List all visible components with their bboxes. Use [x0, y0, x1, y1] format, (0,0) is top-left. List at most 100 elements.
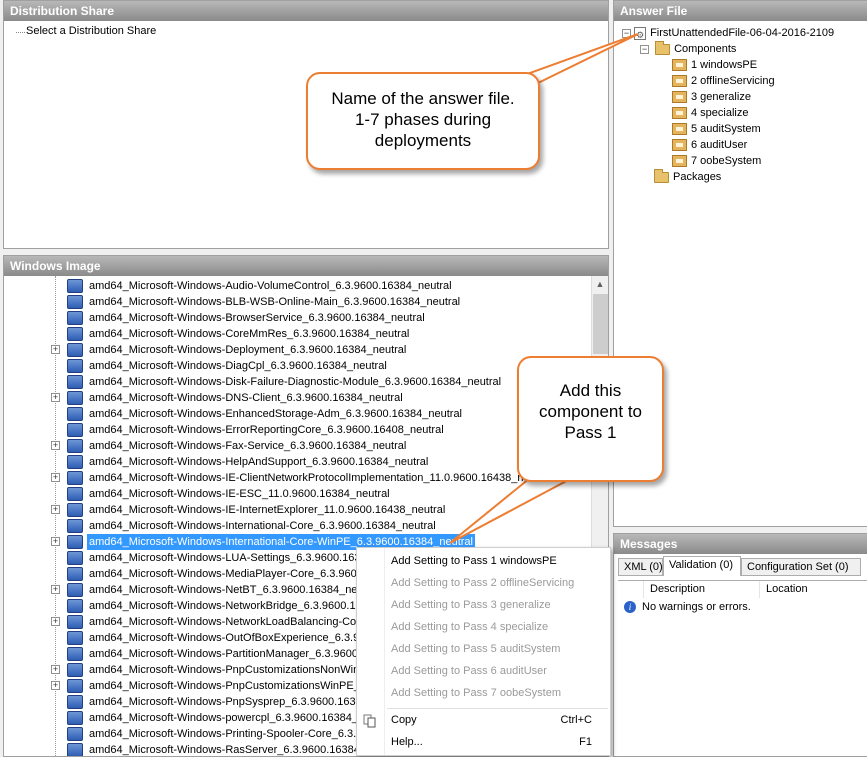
- add-setting-pass-7-menu-item[interactable]: Add Setting to Pass 7 oobeSystem: [391, 683, 561, 703]
- component-label: amd64_Microsoft-Windows-Disk-Failure-Dia…: [89, 376, 502, 388]
- component-icon: [67, 663, 83, 677]
- add-setting-pass-5-menu-item[interactable]: Add Setting to Pass 5 auditSystem: [391, 639, 560, 659]
- tab-validation[interactable]: Validation (0): [663, 556, 741, 576]
- component-label: amd64_Microsoft-Windows-DiagCpl_6.3.9600…: [89, 360, 387, 372]
- component-icon: [67, 423, 83, 437]
- component-row[interactable]: amd64_Microsoft-Windows-CoreMmRes_6.3.96…: [4, 326, 590, 342]
- component-row[interactable]: amd64_Microsoft-Windows-EnhancedStorage-…: [4, 406, 590, 422]
- component-icon: [67, 711, 83, 725]
- copy-icon: [363, 714, 376, 728]
- tree-connector: [16, 32, 25, 33]
- expand-icon[interactable]: +: [51, 665, 60, 674]
- pass-node[interactable]: 6 auditUser: [672, 137, 747, 153]
- add-setting-pass-3-menu-item[interactable]: Add Setting to Pass 3 generalize: [391, 595, 551, 615]
- expand-icon[interactable]: +: [51, 393, 60, 402]
- pass-label: 2 offlineServicing: [691, 75, 775, 87]
- add-setting-pass-2-menu-item[interactable]: Add Setting to Pass 2 offlineServicing: [391, 573, 574, 593]
- pass-node[interactable]: 1 windowsPE: [672, 57, 757, 73]
- tab-configuration-set[interactable]: Configuration Set (0): [741, 558, 861, 576]
- component-label: amd64_Microsoft-Windows-DNS-Client_6.3.9…: [89, 392, 403, 404]
- component-icon: [67, 727, 83, 741]
- component-row[interactable]: + amd64_Microsoft-Windows-IE-InternetExpl…: [4, 502, 590, 518]
- pass-label: 1 windowsPE: [691, 59, 758, 71]
- component-row[interactable]: + amd64_Microsoft-Windows-DNS-Client_6.3.…: [4, 390, 590, 406]
- callout-line: Name of the answer file.: [331, 89, 515, 108]
- component-row[interactable]: amd64_Microsoft-Windows-IE-ESC_11.0.9600…: [4, 486, 590, 502]
- component-row[interactable]: amd64_Microsoft-Windows-HelpAndSupport_6…: [4, 454, 590, 470]
- info-icon: i: [624, 601, 636, 614]
- component-icon: [67, 359, 83, 373]
- column-location[interactable]: Location: [760, 581, 867, 598]
- component-row[interactable]: amd64_Microsoft-Windows-ErrorReportingCo…: [4, 422, 590, 438]
- component-icon: [67, 519, 83, 533]
- expand-icon[interactable]: +: [51, 441, 60, 450]
- component-row[interactable]: amd64_Microsoft-Windows-DiagCpl_6.3.9600…: [4, 358, 590, 374]
- pass-node[interactable]: 3 generalize: [672, 89, 751, 105]
- component-row[interactable]: + amd64_Microsoft-Windows-Fax-Service_6.3…: [4, 438, 590, 454]
- component-icon: [67, 439, 83, 453]
- expand-icon[interactable]: +: [51, 617, 60, 626]
- folder-icon: [655, 40, 671, 55]
- pass-node[interactable]: 4 specialize: [672, 105, 748, 121]
- expand-icon[interactable]: +: [51, 473, 60, 482]
- tab-xml[interactable]: XML (0): [618, 558, 663, 576]
- column-icon-header: [618, 581, 644, 598]
- component-row[interactable]: + amd64_Microsoft-Windows-Deployment_6.3.…: [4, 342, 590, 358]
- folder-icon: [654, 168, 669, 183]
- answer-file-header: Answer File: [614, 1, 867, 21]
- pass-label: 4 specialize: [691, 107, 749, 119]
- distribution-share-header: Distribution Share: [4, 1, 608, 21]
- packages-node[interactable]: Packages: [654, 168, 721, 185]
- component-row[interactable]: amd64_Microsoft-Windows-BLB-WSB-Online-M…: [4, 294, 590, 310]
- component-icon: [67, 503, 83, 517]
- component-row[interactable]: amd64_Microsoft-Windows-Disk-Failure-Dia…: [4, 374, 590, 390]
- component-row[interactable]: amd64_Microsoft-Windows-BrowserService_6…: [4, 310, 590, 326]
- callout-line: 1-7 phases during: [354, 110, 492, 129]
- component-icon: [67, 327, 83, 341]
- add-setting-pass-1-menu-item[interactable]: Add Setting to Pass 1 windowsPE: [391, 551, 557, 571]
- component-icon: [67, 375, 83, 389]
- component-row[interactable]: amd64_Microsoft-Windows-International-Co…: [4, 518, 590, 534]
- components-label: Components: [674, 43, 737, 55]
- help-menu-item[interactable]: Help...: [391, 732, 423, 752]
- column-description[interactable]: Description: [644, 581, 760, 598]
- component-icon: [67, 567, 83, 581]
- collapse-icon[interactable]: −: [622, 28, 631, 38]
- component-label: amd64_Microsoft-Windows-HelpAndSupport_6…: [89, 456, 429, 468]
- message-row[interactable]: i No warnings or errors.: [624, 599, 751, 615]
- component-icon: [67, 631, 83, 645]
- component-label: amd64_Microsoft-Windows-ErrorReportingCo…: [89, 424, 444, 436]
- expand-icon[interactable]: +: [51, 505, 60, 514]
- collapse-icon[interactable]: −: [640, 44, 649, 54]
- component-icon: [67, 311, 83, 325]
- pass-icon: [672, 91, 687, 104]
- pass-node[interactable]: 2 offlineServicing: [672, 73, 775, 89]
- component-icon: [67, 679, 83, 693]
- expand-icon[interactable]: +: [51, 537, 60, 546]
- component-icon: [67, 391, 83, 405]
- copy-menu-item[interactable]: Copy: [391, 710, 417, 730]
- scroll-up-icon[interactable]: ▲: [592, 276, 608, 293]
- pass-node[interactable]: 5 auditSystem: [672, 121, 761, 137]
- add-setting-pass-4-menu-item[interactable]: Add Setting to Pass 4 specialize: [391, 617, 548, 637]
- scroll-thumb[interactable]: [593, 294, 608, 354]
- component-label: amd64_Microsoft-Windows-IE-InternetExplo…: [89, 504, 446, 516]
- component-row[interactable]: + amd64_Microsoft-Windows-IE-ClientNetwor…: [4, 470, 590, 486]
- pass-icon: [672, 155, 687, 168]
- pass-label: 6 auditUser: [691, 139, 748, 151]
- pass-node[interactable]: 7 oobeSystem: [672, 153, 761, 169]
- expand-icon[interactable]: +: [51, 345, 60, 354]
- components-node[interactable]: − Components: [640, 40, 737, 57]
- add-setting-pass-6-menu-item[interactable]: Add Setting to Pass 6 auditUser: [391, 661, 547, 681]
- component-row[interactable]: amd64_Microsoft-Windows-Audio-VolumeCont…: [4, 278, 590, 294]
- pass-label: 3 generalize: [691, 91, 751, 103]
- component-icon: [67, 535, 83, 549]
- pass-icon: [672, 59, 687, 72]
- component-label: amd64_Microsoft-Windows-Fax-Service_6.3.…: [89, 440, 407, 452]
- expand-icon[interactable]: +: [51, 585, 60, 594]
- expand-icon[interactable]: +: [51, 681, 60, 690]
- message-text: No warnings or errors.: [642, 601, 751, 613]
- select-distribution-share-item[interactable]: Select a Distribution Share: [26, 25, 156, 37]
- answer-file-root[interactable]: − FirstUnattendedFile-06-04-2016-2109: [622, 25, 834, 43]
- component-icon: [67, 407, 83, 421]
